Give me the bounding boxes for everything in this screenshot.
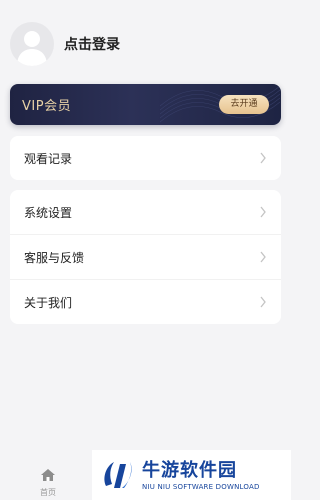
niuniu-logo-icon	[104, 462, 132, 488]
chevron-right-icon	[260, 251, 266, 263]
login-link[interactable]: 点击登录	[64, 34, 120, 54]
chevron-right-icon	[260, 206, 266, 218]
menu-item-label: 客服与反馈	[24, 250, 85, 265]
tab-home[interactable]: 首页	[28, 467, 68, 498]
vip-open-button[interactable]: 去开通	[219, 95, 269, 114]
settings-card: 系统设置 客服与反馈 关于我们	[10, 190, 281, 324]
chevron-right-icon	[260, 152, 266, 164]
vip-banner[interactable]: VIP会员 去开通	[10, 84, 281, 125]
history-card: 观看记录	[10, 136, 281, 180]
menu-item-support[interactable]: 客服与反馈	[10, 234, 281, 279]
chevron-right-icon	[260, 296, 266, 308]
home-icon	[41, 469, 55, 481]
menu-item-about[interactable]: 关于我们	[10, 279, 281, 324]
menu-item-label: 观看记录	[24, 151, 73, 166]
watermark: 牛游软件园 NIU NIU SOFTWARE DOWNLOAD	[92, 450, 291, 500]
avatar[interactable]	[10, 22, 54, 66]
menu-item-label: 关于我们	[24, 295, 73, 310]
watermark-title: 牛游软件园	[142, 460, 237, 481]
vip-title: VIP会员	[22, 99, 72, 114]
menu-item-history[interactable]: 观看记录	[10, 136, 281, 180]
user-icon	[17, 31, 47, 66]
profile-header[interactable]: 点击登录	[10, 22, 120, 66]
menu-item-settings[interactable]: 系统设置	[10, 190, 281, 234]
tab-home-label: 首页	[40, 488, 56, 497]
watermark-subtitle: NIU NIU SOFTWARE DOWNLOAD	[142, 483, 260, 491]
menu-item-label: 系统设置	[24, 205, 73, 220]
